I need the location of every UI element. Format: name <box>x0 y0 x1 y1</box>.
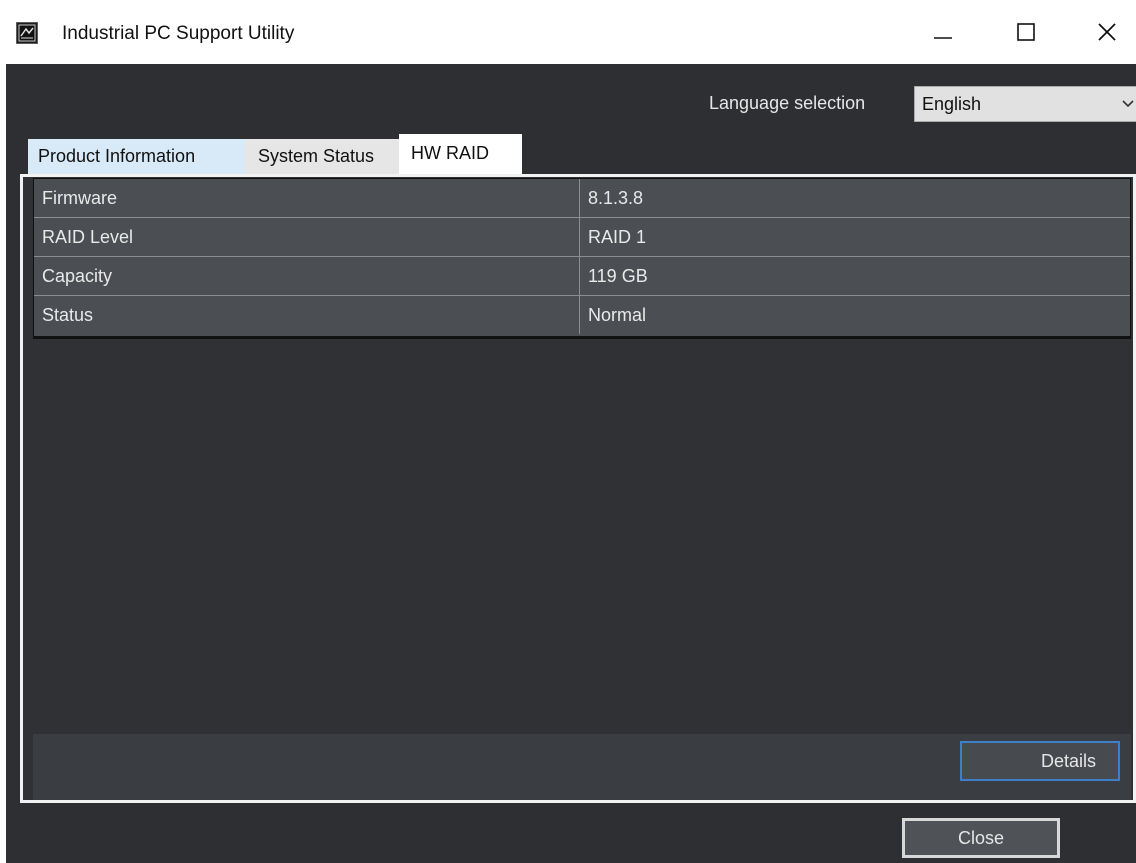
app-window: Industrial PC Support Utility Language s… <box>0 0 1136 863</box>
client-area: Language selection English Product Infor… <box>6 64 1136 863</box>
title-bar[interactable]: Industrial PC Support Utility <box>0 0 1136 64</box>
table-row[interactable]: Capacity 119 GB <box>34 257 1130 296</box>
minimize-icon <box>934 37 952 39</box>
tab-product-information[interactable]: Product Information <box>28 139 245 174</box>
row-value: RAID 1 <box>588 227 647 247</box>
tab-system-status[interactable]: System Status <box>245 139 399 174</box>
row-value: 8.1.3.8 <box>588 188 644 208</box>
row-value: Normal <box>588 305 647 325</box>
language-label: Language selection <box>709 93 866 113</box>
window-title: Industrial PC Support Utility <box>62 23 295 44</box>
language-select[interactable]: English <box>914 86 1136 122</box>
chevron-down-icon <box>1122 100 1134 108</box>
maximize-icon <box>1017 23 1035 41</box>
minimize-button[interactable] <box>914 10 972 54</box>
close-button[interactable]: Close <box>902 818 1060 858</box>
row-key: Firmware <box>34 179 580 217</box>
close-window-button[interactable] <box>1078 10 1136 54</box>
row-key: Status <box>34 296 580 334</box>
raid-info-table: Firmware 8.1.3.8 RAID Level RAID 1 Capac… <box>33 178 1131 338</box>
details-button[interactable]: Details <box>960 741 1120 781</box>
language-selected-value: English <box>922 94 982 114</box>
row-key: RAID Level <box>34 218 580 256</box>
row-key: Capacity <box>34 257 580 295</box>
hw-raid-panel: Firmware 8.1.3.8 RAID Level RAID 1 Capac… <box>20 174 1136 803</box>
tab-hw-raid[interactable]: HW RAID <box>399 134 522 176</box>
maximize-button[interactable] <box>996 10 1054 54</box>
row-value: 119 GB <box>588 266 648 286</box>
table-row[interactable]: RAID Level RAID 1 <box>34 218 1130 257</box>
app-icon <box>16 22 38 44</box>
close-icon <box>1098 23 1116 41</box>
table-row[interactable]: Firmware 8.1.3.8 <box>34 179 1130 218</box>
table-divider <box>33 336 1131 339</box>
table-row[interactable]: Status Normal <box>34 296 1130 335</box>
